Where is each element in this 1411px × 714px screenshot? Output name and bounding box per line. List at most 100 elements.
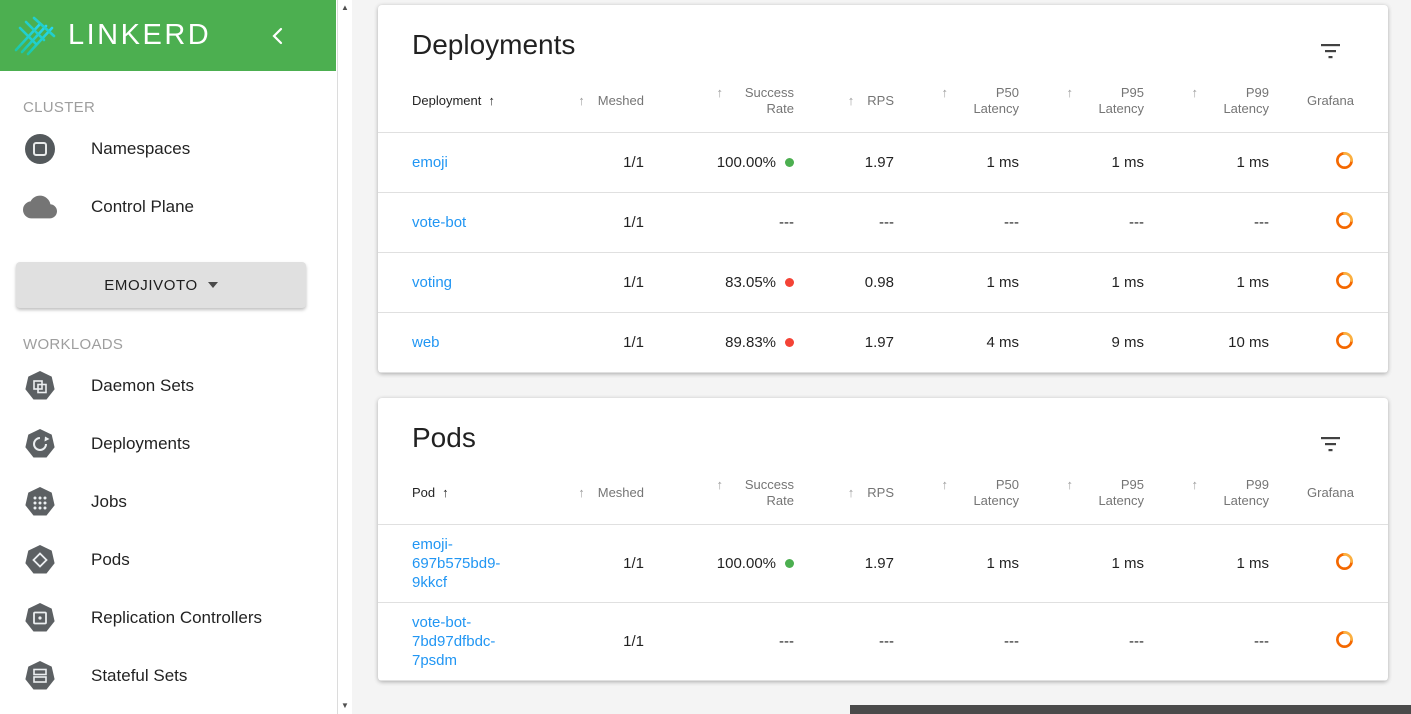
p95-latency-cell: ---: [1035, 602, 1160, 681]
status-dot: [785, 337, 794, 347]
column-header-p50-latency[interactable]: P50 Latency: [910, 70, 1035, 133]
grafana-link[interactable]: [1335, 271, 1354, 290]
sidebar-item-daemon-sets[interactable]: Daemon Sets: [0, 357, 337, 415]
table-row: vote-bot-7bd97dfbdc-7psdm 1/1 --- --- --…: [378, 602, 1388, 681]
collapse-sidebar-icon[interactable]: [270, 26, 284, 46]
cloud-icon: [23, 190, 57, 224]
sort-arrow-icon: [1192, 85, 1199, 101]
sidebar-item-replication-controllers[interactable]: Replication Controllers: [0, 589, 337, 647]
workloads-section-label: WORKLOADS: [23, 336, 124, 353]
sidebar-item-pods[interactable]: Pods: [0, 531, 337, 589]
filter-icon[interactable]: [1317, 39, 1344, 66]
sort-arrow-icon: [578, 93, 585, 109]
table-header-row: Deployment Meshed Success Rate RPS P50 L…: [378, 70, 1388, 133]
table-row: web 1/1 89.83% 1.97 4 ms 9 ms 10 ms: [378, 312, 1388, 373]
sidebar-item-stateful-sets[interactable]: Stateful Sets: [0, 647, 337, 705]
p50-latency-cell: ---: [910, 192, 1035, 253]
table-row: emoji-697b575bd9-9kkcf 1/1 100.00% 1.97 …: [378, 524, 1388, 603]
sort-arrow-icon: [717, 85, 724, 101]
table-row: emoji 1/1 100.00% 1.97 1 ms 1 ms 1 ms: [378, 132, 1388, 193]
table-header-row: Pod Meshed Success Rate RPS P50 Latency: [378, 462, 1388, 525]
rps-cell: 0.98: [810, 252, 910, 313]
p99-latency-cell: 10 ms: [1160, 312, 1285, 373]
horizontal-scrollbar[interactable]: [353, 705, 1411, 714]
p95-latency-cell: ---: [1035, 192, 1160, 253]
deployment-name-link[interactable]: voting: [412, 274, 452, 291]
status-dot: [785, 157, 794, 167]
sidebar-item-control-plane[interactable]: Control Plane: [0, 178, 337, 236]
meshed-cell: 1/1: [548, 132, 660, 193]
deployments-table: Deployment Meshed Success Rate RPS P50 L…: [378, 70, 1388, 373]
linkerd-logo[interactable]: LINKERD: [10, 10, 211, 61]
grafana-link[interactable]: [1335, 630, 1354, 649]
sort-arrow-icon: [942, 85, 949, 101]
pod-name-link[interactable]: emoji-697b575bd9-9kkcf: [412, 535, 520, 592]
p95-latency-cell: 1 ms: [1035, 132, 1160, 193]
sort-arrow-icon: [578, 485, 585, 501]
success-rate-cell: 100.00%: [660, 524, 810, 603]
success-rate-cell: ---: [660, 602, 810, 681]
column-header-deployment[interactable]: Deployment: [378, 70, 548, 133]
sidebar-scrollbar[interactable]: [337, 0, 352, 714]
grafana-link[interactable]: [1335, 552, 1354, 571]
table-row: voting 1/1 83.05% 0.98 1 ms 1 ms 1 ms: [378, 252, 1388, 313]
success-rate-cell: 89.83%: [660, 312, 810, 373]
p99-latency-cell: 1 ms: [1160, 524, 1285, 603]
column-header-p99-latency[interactable]: P99 Latency: [1160, 70, 1285, 133]
pods-icon: [23, 543, 57, 577]
namespace-selector[interactable]: EMOJIVOTO: [16, 262, 306, 308]
sort-arrow-icon: [848, 93, 855, 109]
grafana-link[interactable]: [1335, 151, 1354, 170]
jobs-icon: [23, 485, 57, 519]
logo-text: LINKERD: [68, 19, 212, 51]
column-header-grafana: Grafana: [1285, 70, 1388, 133]
rps-cell: 1.97: [810, 312, 910, 373]
column-header-success-rate[interactable]: Success Rate: [660, 70, 810, 133]
deployment-name-link[interactable]: emoji: [412, 154, 448, 171]
scroll-up-icon[interactable]: [341, 3, 349, 13]
meshed-cell: 1/1: [548, 312, 660, 373]
filter-icon[interactable]: [1317, 432, 1344, 459]
scroll-down-icon[interactable]: [341, 701, 349, 711]
meshed-cell: 1/1: [548, 192, 660, 253]
p50-latency-cell: 1 ms: [910, 252, 1035, 313]
sidebar-item-jobs[interactable]: Jobs: [0, 473, 337, 531]
success-rate-cell: 100.00%: [660, 132, 810, 193]
sidebar-item-label: Jobs: [91, 492, 127, 511]
replication-controllers-icon: [23, 601, 57, 635]
deployment-name-link[interactable]: web: [412, 334, 440, 351]
pods-table: Pod Meshed Success Rate RPS P50 Latency: [378, 462, 1388, 681]
column-header-pod[interactable]: Pod: [378, 462, 548, 525]
pod-name-link[interactable]: vote-bot-7bd97dfbdc-7psdm: [412, 613, 520, 670]
deployment-name-link[interactable]: vote-bot: [412, 214, 466, 231]
column-header-p50-latency[interactable]: P50 Latency: [910, 462, 1035, 525]
column-header-meshed[interactable]: Meshed: [548, 70, 660, 133]
column-header-p95-latency[interactable]: P95 Latency: [1035, 70, 1160, 133]
sort-arrow-icon: [717, 477, 724, 493]
success-rate-cell: ---: [660, 192, 810, 253]
column-header-p95-latency[interactable]: P95 Latency: [1035, 462, 1160, 525]
sidebar: LINKERD CLUSTER Namespaces Control Plane…: [0, 0, 337, 714]
sidebar-item-label: Daemon Sets: [91, 376, 194, 395]
table-row: vote-bot 1/1 --- --- --- --- ---: [378, 192, 1388, 253]
sidebar-item-namespaces[interactable]: Namespaces: [0, 120, 337, 178]
sidebar-header: LINKERD: [0, 0, 336, 71]
sort-arrow-icon: [1067, 85, 1074, 101]
deployments-icon: [23, 427, 57, 461]
sort-arrow-icon: [848, 485, 855, 501]
column-header-rps[interactable]: RPS: [810, 70, 910, 133]
status-dot: [785, 559, 794, 568]
grafana-link[interactable]: [1335, 331, 1354, 350]
sort-arrow-icon: [942, 477, 949, 493]
column-header-success-rate[interactable]: Success Rate: [660, 462, 810, 525]
column-header-meshed[interactable]: Meshed: [548, 462, 660, 525]
column-header-rps[interactable]: RPS: [810, 462, 910, 525]
pods-card: Pods Pod Meshed: [378, 397, 1388, 681]
horizontal-scrollbar-thumb[interactable]: [850, 705, 1411, 714]
rps-cell: ---: [810, 192, 910, 253]
column-header-p99-latency[interactable]: P99 Latency: [1160, 462, 1285, 525]
grafana-link[interactable]: [1335, 211, 1354, 230]
page-title: Deployments: [412, 29, 576, 60]
sidebar-item-deployments[interactable]: Deployments: [0, 415, 337, 473]
rps-cell: 1.97: [810, 524, 910, 603]
